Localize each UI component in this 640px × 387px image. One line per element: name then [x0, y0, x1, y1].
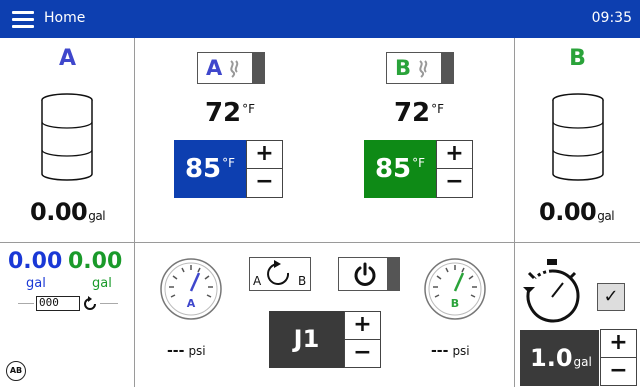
heater-a-setpoint-value: 85	[184, 154, 222, 184]
drum-icon	[552, 93, 604, 181]
tank-b-panel: B 0.00gal	[515, 38, 640, 242]
pressure-a-readout: --- psi	[167, 343, 206, 359]
clock: 09:35	[591, 10, 632, 26]
stopwatch-icon	[523, 259, 580, 323]
heater-a-minus-button[interactable]: −	[247, 169, 282, 197]
tank-a-volume: 0.00gal	[30, 198, 106, 226]
power-status-bar	[387, 258, 399, 290]
heater-b-plus-button[interactable]: +	[437, 141, 472, 169]
tank-b-amount: 0.00	[539, 198, 597, 226]
counters-panel: 0.00 0.00 gal gal 000 AB	[0, 243, 134, 387]
counter-display-icon: 000	[36, 296, 80, 311]
gauge-a-letter: A	[187, 297, 196, 310]
heater-panel: A 72°F 85°F + − B 72°F 85°F + −	[135, 38, 514, 242]
pressure-b-readout: --- psi	[431, 343, 470, 359]
recirculate-icon: A B	[253, 260, 306, 288]
flow-volume: 1.0gal	[520, 330, 599, 386]
counter-a-value: 0.00	[8, 249, 63, 274]
job-label: J1	[269, 311, 344, 368]
tank-b-unit: gal	[597, 209, 615, 223]
pressure-unit: psi	[452, 344, 470, 358]
counter-b-unit: gal	[92, 276, 112, 291]
heater-b-actual-value: 72	[393, 98, 431, 128]
flow-minus-button[interactable]: −	[601, 358, 636, 386]
tank-a-label: A	[58, 46, 77, 71]
temp-unit: °F	[431, 102, 445, 116]
heater-a-plus-button[interactable]: +	[247, 141, 282, 169]
flow-plus-button[interactable]: +	[601, 330, 636, 358]
recirc-b-letter: B	[298, 274, 306, 288]
ab-badge[interactable]: AB	[6, 361, 26, 381]
flow-unit: gal	[573, 355, 592, 369]
heater-b-stepper: + −	[436, 140, 473, 198]
timer-panel: ✓ 1.0gal + −	[515, 243, 640, 387]
reset-icon	[84, 296, 96, 310]
job-minus-button[interactable]: −	[345, 340, 380, 368]
flow-stepper: + −	[600, 329, 637, 386]
menu-icon[interactable]	[12, 9, 38, 29]
job-plus-button[interactable]: +	[345, 312, 380, 340]
heater-a-setpoint: 85°F	[174, 140, 246, 198]
temp-unit: °F	[412, 156, 426, 170]
counter-a-unit: gal	[26, 276, 46, 291]
heater-b-status-bar	[441, 53, 453, 83]
pressure-gauge-a-icon: A	[160, 258, 222, 320]
job-stepper: + −	[344, 311, 381, 368]
drum-icon	[41, 93, 93, 181]
tank-b-label: B	[569, 46, 586, 71]
counter-b-value: 0.00	[68, 249, 123, 274]
top-bar: Home 09:35	[0, 0, 640, 38]
heater-b-minus-button[interactable]: −	[437, 169, 472, 197]
pressure-a-value: ---	[167, 343, 185, 359]
reset-counter-button[interactable]: 000	[34, 294, 100, 314]
tank-a-amount: 0.00	[30, 198, 88, 226]
pressure-unit: psi	[188, 344, 206, 358]
tank-b-volume: 0.00gal	[539, 198, 615, 226]
ab-badge-label: AB	[9, 366, 23, 375]
heater-a-stepper: + −	[246, 140, 283, 198]
pressure-b-value: ---	[431, 343, 449, 359]
pressure-gauge-b-icon: B	[424, 258, 486, 320]
heater-b-toggle[interactable]: B	[386, 52, 454, 84]
power-button[interactable]	[338, 257, 400, 291]
heater-a-actual: 72°F	[180, 98, 280, 128]
page-title: Home	[44, 10, 86, 26]
recirc-a-letter: A	[253, 274, 262, 288]
timer-enable-checkbox[interactable]: ✓	[597, 283, 625, 311]
heater-b-setpoint-value: 85	[374, 154, 412, 184]
flow-value: 1.0	[530, 344, 573, 372]
heater-a-actual-value: 72	[204, 98, 242, 128]
tank-a-panel: A 0.00gal	[0, 38, 134, 242]
tank-a-unit: gal	[88, 209, 106, 223]
heater-b-letter: B	[395, 56, 412, 80]
heater-a-letter: A	[206, 56, 223, 80]
temp-unit: °F	[242, 102, 256, 116]
temp-unit: °F	[222, 156, 236, 170]
heater-a-status-bar	[252, 53, 264, 83]
gauge-b-letter: B	[451, 297, 459, 310]
recirculation-button[interactable]: A B	[249, 257, 311, 291]
pressure-panel: A --- psi A B J1 + − B --- psi	[135, 243, 514, 387]
heat-icon	[419, 60, 428, 78]
heater-b-actual: 72°F	[369, 98, 469, 128]
heater-b-setpoint: 85°F	[364, 140, 436, 198]
heater-a-toggle[interactable]: A	[197, 52, 265, 84]
heat-icon	[230, 60, 239, 78]
power-icon	[354, 262, 376, 286]
